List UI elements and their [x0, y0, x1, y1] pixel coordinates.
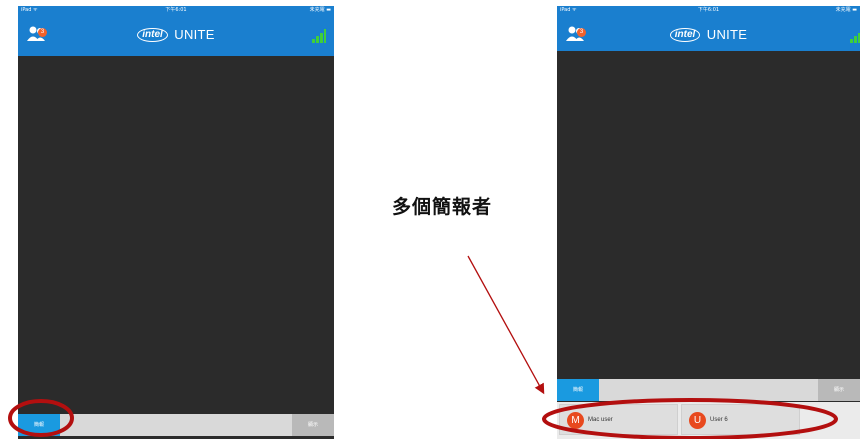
intel-unite-logo: intel UNITE	[557, 26, 860, 44]
logo-intel-text: intel	[669, 27, 701, 42]
signal-strength-icon	[850, 33, 860, 43]
signal-strength-icon	[312, 29, 326, 43]
status-bar: iPad ᯤ 下午6:01 未充電 ▬	[18, 6, 334, 15]
battery-status: 未充電 ▬	[835, 7, 857, 13]
show-tab[interactable]: 顯示	[818, 379, 860, 401]
presenter-name: User 6	[710, 417, 728, 423]
logo-intel-text: intel	[137, 27, 168, 42]
content-area	[18, 56, 334, 408]
logo-unite-text: UNITE	[174, 27, 215, 43]
ipad-screen-single-presenter: iPad ᯤ 下午6:01 未充電 ▬ 3 intel UNITE 簡報 顯示	[18, 6, 334, 439]
bottom-bar: 簡報 顯示	[557, 379, 860, 401]
content-area	[557, 51, 860, 379]
presenter-tray: M Mac user U User 6	[557, 402, 860, 439]
ipad-screen-multiple-presenters: iPad ᯤ 下午6:01 未充電 ▬ 3 intel UNITE 簡報 顯示	[557, 6, 860, 439]
intel-unite-logo: intel UNITE	[18, 26, 334, 44]
avatar: U	[689, 412, 706, 429]
logo-unite-text: UNITE	[706, 27, 748, 43]
annotation-arrow	[467, 255, 545, 395]
status-bar: iPad ᯤ 下午6:01 未充電 ▬	[557, 6, 860, 15]
presenter-item[interactable]: M Mac user	[559, 404, 678, 435]
app-header: 3 intel UNITE	[18, 15, 334, 56]
avatar: M	[567, 412, 584, 429]
bottom-bar: 簡報 顯示	[18, 414, 334, 436]
status-time: 下午6:01	[165, 7, 187, 13]
presenter-item[interactable]: U User 6	[681, 404, 800, 435]
app-header: 3 intel UNITE	[557, 15, 860, 51]
annotation-caption: 多個簡報者	[392, 196, 493, 218]
presenter-name: Mac user	[588, 417, 613, 423]
share-tab[interactable]: 簡報	[557, 379, 599, 401]
show-tab[interactable]: 顯示	[292, 414, 334, 436]
share-tab[interactable]: 簡報	[18, 414, 60, 436]
status-time: 下午6:01	[697, 7, 720, 13]
battery-status: 未充電 ▬	[309, 7, 331, 13]
